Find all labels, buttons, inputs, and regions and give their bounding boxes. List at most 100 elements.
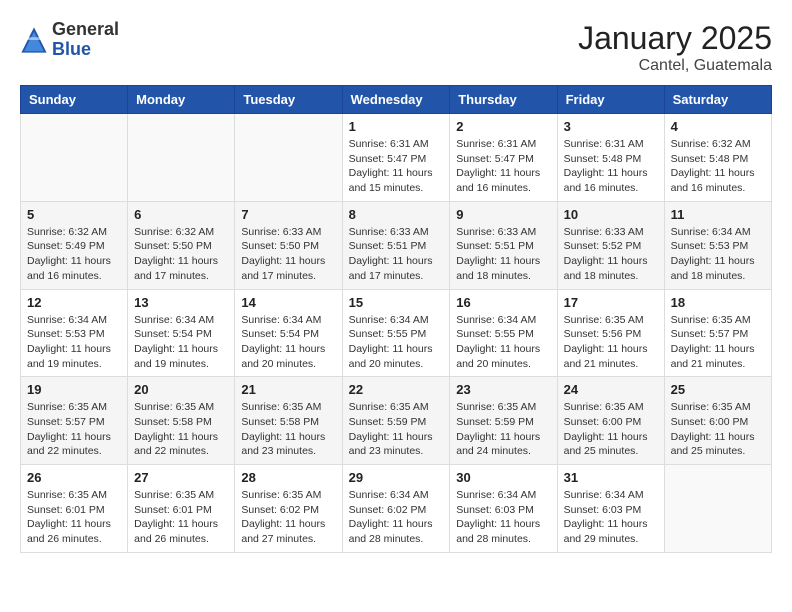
- day-daylight: Daylight: 11 hours and 24 minutes.: [456, 430, 550, 459]
- generalblue-logo-icon: [20, 26, 48, 54]
- day-daylight: Daylight: 11 hours and 22 minutes.: [27, 430, 121, 459]
- day-sunset: Sunset: 5:58 PM: [134, 415, 228, 430]
- logo: General Blue: [20, 20, 119, 60]
- day-number: 4: [671, 119, 765, 134]
- day-sunrise: Sunrise: 6:35 AM: [671, 313, 765, 328]
- day-number: 17: [564, 295, 658, 310]
- table-row: [21, 114, 128, 202]
- day-number: 28: [241, 470, 335, 485]
- day-sunset: Sunset: 6:03 PM: [564, 503, 658, 518]
- col-tuesday: Tuesday: [235, 86, 342, 114]
- day-daylight: Daylight: 11 hours and 28 minutes.: [349, 517, 444, 546]
- month-title: January 2025: [578, 20, 772, 57]
- table-row: 4 Sunrise: 6:32 AM Sunset: 5:48 PM Dayli…: [664, 114, 771, 202]
- day-sunrise: Sunrise: 6:34 AM: [27, 313, 121, 328]
- day-number: 25: [671, 382, 765, 397]
- day-sunset: Sunset: 5:56 PM: [564, 327, 658, 342]
- day-sunset: Sunset: 5:49 PM: [27, 239, 121, 254]
- day-number: 9: [456, 207, 550, 222]
- day-sunrise: Sunrise: 6:31 AM: [456, 137, 550, 152]
- day-sunrise: Sunrise: 6:34 AM: [456, 488, 550, 503]
- logo-general: General: [52, 20, 119, 40]
- day-daylight: Daylight: 11 hours and 15 minutes.: [349, 166, 444, 195]
- table-row: 13 Sunrise: 6:34 AM Sunset: 5:54 PM Dayl…: [128, 289, 235, 377]
- day-number: 15: [349, 295, 444, 310]
- day-sunset: Sunset: 5:53 PM: [671, 239, 765, 254]
- day-number: 16: [456, 295, 550, 310]
- day-sunset: Sunset: 6:00 PM: [564, 415, 658, 430]
- day-sunrise: Sunrise: 6:33 AM: [456, 225, 550, 240]
- day-sunrise: Sunrise: 6:33 AM: [564, 225, 658, 240]
- logo-blue: Blue: [52, 40, 119, 60]
- col-saturday: Saturday: [664, 86, 771, 114]
- day-number: 18: [671, 295, 765, 310]
- table-row: 12 Sunrise: 6:34 AM Sunset: 5:53 PM Dayl…: [21, 289, 128, 377]
- day-daylight: Daylight: 11 hours and 17 minutes.: [349, 254, 444, 283]
- day-sunset: Sunset: 5:48 PM: [671, 152, 765, 167]
- day-sunset: Sunset: 5:50 PM: [241, 239, 335, 254]
- table-row: 26 Sunrise: 6:35 AM Sunset: 6:01 PM Dayl…: [21, 465, 128, 553]
- day-sunset: Sunset: 5:57 PM: [671, 327, 765, 342]
- table-row: 17 Sunrise: 6:35 AM Sunset: 5:56 PM Dayl…: [557, 289, 664, 377]
- table-row: 18 Sunrise: 6:35 AM Sunset: 5:57 PM Dayl…: [664, 289, 771, 377]
- table-row: 10 Sunrise: 6:33 AM Sunset: 5:52 PM Dayl…: [557, 201, 664, 289]
- day-sunset: Sunset: 5:52 PM: [564, 239, 658, 254]
- calendar-week-row: 5 Sunrise: 6:32 AM Sunset: 5:49 PM Dayli…: [21, 201, 772, 289]
- day-daylight: Daylight: 11 hours and 16 minutes.: [27, 254, 121, 283]
- day-sunrise: Sunrise: 6:34 AM: [349, 313, 444, 328]
- day-daylight: Daylight: 11 hours and 25 minutes.: [671, 430, 765, 459]
- calendar-week-row: 26 Sunrise: 6:35 AM Sunset: 6:01 PM Dayl…: [21, 465, 772, 553]
- day-sunrise: Sunrise: 6:35 AM: [134, 488, 228, 503]
- day-sunset: Sunset: 5:59 PM: [456, 415, 550, 430]
- table-row: 5 Sunrise: 6:32 AM Sunset: 5:49 PM Dayli…: [21, 201, 128, 289]
- day-sunrise: Sunrise: 6:35 AM: [27, 400, 121, 415]
- day-number: 10: [564, 207, 658, 222]
- day-sunrise: Sunrise: 6:32 AM: [134, 225, 228, 240]
- table-row: 8 Sunrise: 6:33 AM Sunset: 5:51 PM Dayli…: [342, 201, 450, 289]
- day-daylight: Daylight: 11 hours and 21 minutes.: [564, 342, 658, 371]
- day-daylight: Daylight: 11 hours and 16 minutes.: [456, 166, 550, 195]
- day-sunrise: Sunrise: 6:33 AM: [241, 225, 335, 240]
- day-daylight: Daylight: 11 hours and 26 minutes.: [134, 517, 228, 546]
- day-sunrise: Sunrise: 6:32 AM: [27, 225, 121, 240]
- table-row: 7 Sunrise: 6:33 AM Sunset: 5:50 PM Dayli…: [235, 201, 342, 289]
- day-daylight: Daylight: 11 hours and 18 minutes.: [671, 254, 765, 283]
- day-sunrise: Sunrise: 6:35 AM: [241, 488, 335, 503]
- day-sunset: Sunset: 6:01 PM: [27, 503, 121, 518]
- location-subtitle: Cantel, Guatemala: [578, 57, 772, 75]
- calendar-week-row: 19 Sunrise: 6:35 AM Sunset: 5:57 PM Dayl…: [21, 377, 772, 465]
- table-row: 15 Sunrise: 6:34 AM Sunset: 5:55 PM Dayl…: [342, 289, 450, 377]
- day-number: 26: [27, 470, 121, 485]
- calendar-week-row: 12 Sunrise: 6:34 AM Sunset: 5:53 PM Dayl…: [21, 289, 772, 377]
- day-sunrise: Sunrise: 6:34 AM: [456, 313, 550, 328]
- day-sunrise: Sunrise: 6:31 AM: [564, 137, 658, 152]
- day-number: 14: [241, 295, 335, 310]
- day-sunrise: Sunrise: 6:34 AM: [241, 313, 335, 328]
- table-row: 28 Sunrise: 6:35 AM Sunset: 6:02 PM Dayl…: [235, 465, 342, 553]
- day-sunrise: Sunrise: 6:34 AM: [134, 313, 228, 328]
- day-sunrise: Sunrise: 6:32 AM: [671, 137, 765, 152]
- day-number: 29: [349, 470, 444, 485]
- day-sunset: Sunset: 5:54 PM: [241, 327, 335, 342]
- title-block: January 2025 Cantel, Guatemala: [578, 20, 772, 75]
- table-row: 14 Sunrise: 6:34 AM Sunset: 5:54 PM Dayl…: [235, 289, 342, 377]
- day-daylight: Daylight: 11 hours and 18 minutes.: [564, 254, 658, 283]
- day-sunset: Sunset: 6:02 PM: [349, 503, 444, 518]
- day-sunrise: Sunrise: 6:35 AM: [134, 400, 228, 415]
- table-row: 24 Sunrise: 6:35 AM Sunset: 6:00 PM Dayl…: [557, 377, 664, 465]
- table-row: 21 Sunrise: 6:35 AM Sunset: 5:58 PM Dayl…: [235, 377, 342, 465]
- day-sunset: Sunset: 6:00 PM: [671, 415, 765, 430]
- day-number: 13: [134, 295, 228, 310]
- day-sunrise: Sunrise: 6:35 AM: [564, 313, 658, 328]
- day-daylight: Daylight: 11 hours and 20 minutes.: [349, 342, 444, 371]
- day-daylight: Daylight: 11 hours and 25 minutes.: [564, 430, 658, 459]
- table-row: 31 Sunrise: 6:34 AM Sunset: 6:03 PM Dayl…: [557, 465, 664, 553]
- table-row: [235, 114, 342, 202]
- day-sunrise: Sunrise: 6:35 AM: [241, 400, 335, 415]
- day-daylight: Daylight: 11 hours and 17 minutes.: [241, 254, 335, 283]
- col-wednesday: Wednesday: [342, 86, 450, 114]
- day-daylight: Daylight: 11 hours and 16 minutes.: [564, 166, 658, 195]
- day-daylight: Daylight: 11 hours and 23 minutes.: [241, 430, 335, 459]
- day-number: 20: [134, 382, 228, 397]
- day-number: 22: [349, 382, 444, 397]
